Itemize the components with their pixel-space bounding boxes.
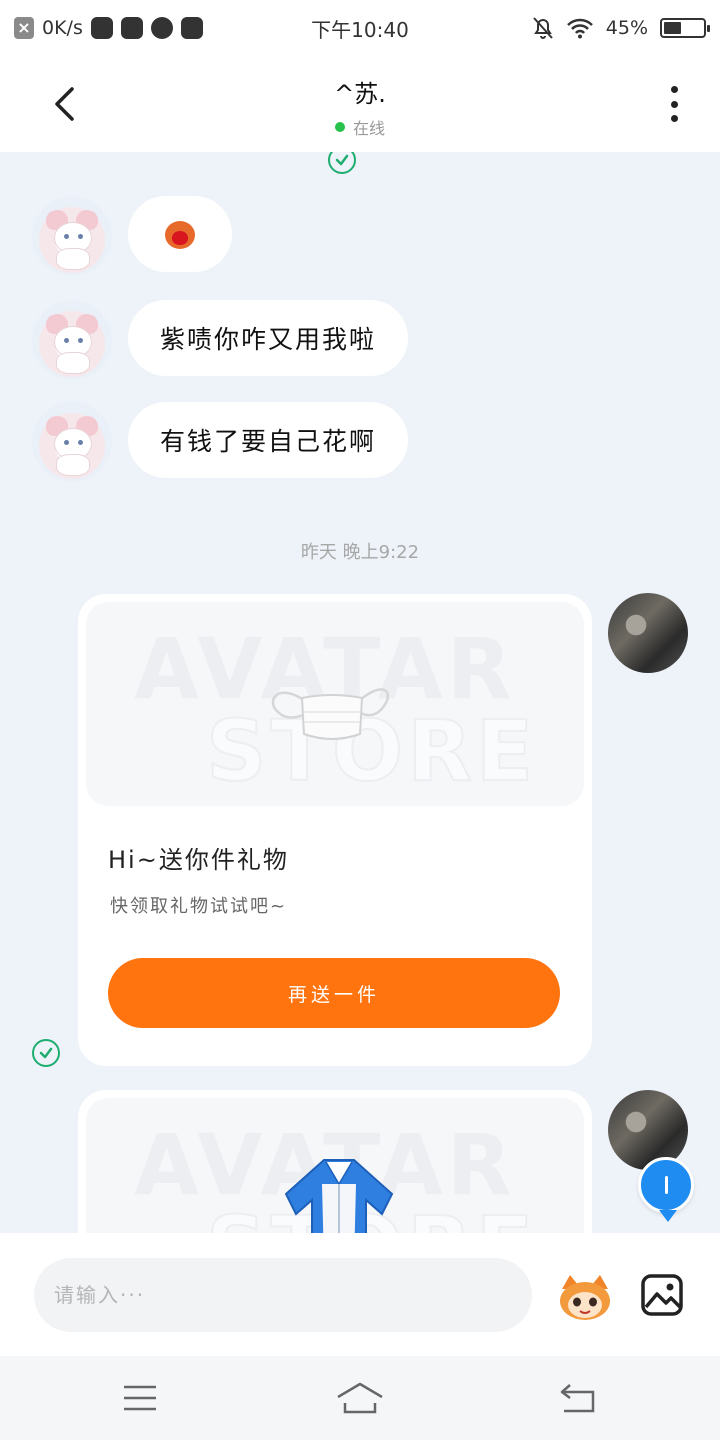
emoji-button[interactable] [556, 1271, 614, 1321]
status-right: 45% [446, 16, 710, 40]
contact-status: 在线 [210, 115, 510, 139]
system-nav-bar [0, 1356, 720, 1440]
message-bubble[interactable]: 紫啧你咋又用我啦 [128, 300, 409, 376]
status-bar: × 0K/s 下午10:40 45% [0, 0, 720, 56]
more-dot-icon [670, 100, 678, 108]
heart-sticker-icon [161, 217, 199, 251]
contact-avatar[interactable] [32, 402, 112, 482]
back-nav-button[interactable] [548, 1376, 608, 1420]
menu-button[interactable] [110, 1376, 170, 1420]
contact-info[interactable]: ^苏. 在线 [210, 74, 510, 139]
return-icon [560, 1384, 595, 1413]
gift-title: Hi~送你件礼物 [108, 846, 289, 874]
cursor-icon [664, 1176, 668, 1194]
emoji-character-icon [560, 1275, 610, 1320]
contact-avatar[interactable] [32, 300, 112, 380]
play-app-icon [180, 17, 203, 39]
message-input[interactable] [34, 1258, 532, 1332]
gift-image: AVATAR STORE [86, 1098, 584, 1233]
more-dot-icon [670, 115, 678, 122]
bell-muted-icon [533, 17, 553, 39]
contact-avatar[interactable] [32, 196, 112, 276]
gift-card[interactable]: AVATAR STORE [78, 1090, 592, 1233]
input-bar [0, 1233, 720, 1356]
clock: 下午10:40 [311, 17, 409, 42]
network-speed: 0K/s [42, 17, 83, 39]
wifi-icon [566, 18, 593, 39]
face-mask-icon [271, 688, 390, 740]
more-options-button[interactable] [656, 82, 692, 126]
battery-percent: 45% [605, 17, 648, 39]
my-avatar[interactable] [608, 593, 688, 673]
contact-status-text: 在线 [352, 119, 385, 138]
fan-app-icon [120, 17, 143, 39]
chat-header: ^苏. 在线 [0, 56, 720, 152]
send-another-button[interactable]: 再送一件 [108, 958, 560, 1028]
home-icon [337, 1382, 383, 1414]
jacket-icon [284, 1159, 394, 1233]
chevron-left-icon [55, 87, 74, 121]
read-check-icon [328, 152, 356, 174]
floating-action-button[interactable] [638, 1157, 694, 1222]
app-notification-icon [90, 17, 113, 39]
message-bubble[interactable] [128, 196, 232, 272]
gift-image: AVATAR STORE [86, 602, 584, 806]
more-dot-icon [670, 86, 678, 93]
image-button[interactable] [640, 1273, 684, 1317]
message-bubble[interactable]: 有钱了要自己花啊 [128, 402, 409, 478]
battery-icon [660, 18, 710, 38]
contact-name: ^苏. [334, 80, 386, 108]
status-left: × 0K/s [14, 17, 274, 39]
home-button[interactable] [330, 1376, 390, 1420]
time-divider: 昨天 晚上9:22 [300, 542, 420, 563]
image-icon [641, 1274, 683, 1316]
notification-x-icon: × [14, 17, 34, 39]
message-text: 紫啧你咋又用我啦 [160, 325, 377, 354]
back-button[interactable] [40, 80, 88, 128]
online-dot-icon [334, 122, 345, 132]
gift-subtitle: 快领取礼物试试吧~ [110, 896, 288, 917]
planet-app-icon [150, 17, 173, 39]
read-check-icon [32, 1039, 60, 1067]
menu-icon [124, 1385, 156, 1411]
gift-card[interactable]: AVATAR STORE Hi~送你件礼物 快领取礼物试试吧~ 再送一件 [78, 594, 592, 1066]
message-text: 有钱了要自己花啊 [160, 427, 377, 456]
chat-area[interactable]: 紫啧你咋又用我啦 有钱了要自己花啊 昨天 晚上9:22 AVATAR STORE… [0, 152, 720, 1233]
